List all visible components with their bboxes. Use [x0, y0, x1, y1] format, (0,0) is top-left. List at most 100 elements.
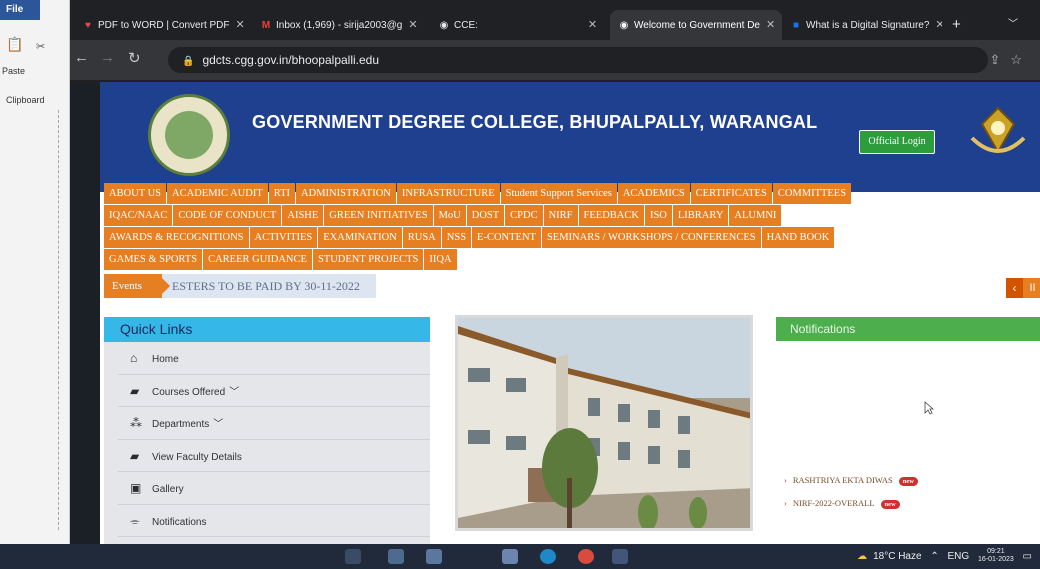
close-icon[interactable]: ✕ [766, 19, 775, 31]
menu-item[interactable]: Student Support Services [500, 183, 617, 204]
close-icon[interactable]: ✕ [588, 19, 597, 31]
quick-link-label[interactable]: Home [152, 354, 179, 365]
clock[interactable]: 09:21 16-01-2023 [978, 548, 1014, 564]
store-icon[interactable] [502, 549, 518, 564]
menu-item[interactable]: ADMINISTRATION [296, 183, 396, 204]
menu-item[interactable]: COMMITTEES [772, 183, 852, 204]
chevron-left-icon[interactable]: ‹ [1006, 278, 1023, 298]
tab-gmail-inbox[interactable]: M Inbox (1,969) - sirija2003@g ✕ [252, 10, 428, 40]
chrome-icon[interactable] [578, 549, 594, 564]
quick-link-item[interactable]: ⁂ Departments ﹀ [118, 407, 430, 440]
quick-link-label[interactable]: Departments [152, 419, 209, 430]
paste-icon[interactable]: 📋 [6, 36, 23, 53]
menu-item[interactable]: GAMES & SPORTS [104, 249, 203, 270]
file-tab[interactable]: File [0, 0, 40, 20]
menu-item[interactable]: CERTIFICATES [690, 183, 772, 204]
events-ticker-text[interactable]: ESTERS TO BE PAID BY 30-11-2022 [172, 274, 360, 298]
official-login-button[interactable]: Official Login [859, 130, 935, 154]
events-label: Events [104, 274, 170, 298]
close-icon[interactable]: ✕ [236, 19, 245, 31]
reload-icon[interactable]: ↻ [128, 49, 141, 67]
notification-text[interactable]: NIRF-2022-OVERALL [793, 498, 875, 508]
menu-item[interactable]: MoU [433, 205, 466, 226]
tab-cce[interactable]: ◉ CCE: ✕ [430, 10, 610, 40]
menu-item[interactable]: ACADEMIC AUDIT [167, 183, 268, 204]
windows-taskbar: ☁ 18°C Haze ⌃ ENG 09:21 16-01-2023 ▭ [0, 544, 1040, 569]
new-tab-button[interactable]: + [944, 10, 974, 40]
menu-item[interactable]: IIQA [424, 249, 457, 270]
quick-link-item[interactable]: ⌯ Notifications [118, 505, 430, 537]
lang-indicator[interactable]: ENG [948, 551, 970, 562]
quick-link-item[interactable]: ▰ View Faculty Details [118, 440, 430, 472]
paste-label[interactable]: Paste [2, 66, 25, 76]
globe-icon: ◉ [439, 20, 449, 31]
word-ribbon: File 📋 ✂ Paste Clipboard [0, 0, 70, 569]
quick-links-title: Quick Links [104, 317, 430, 342]
quick-link-item[interactable]: ▣ Gallery [118, 472, 430, 505]
quick-link-label[interactable]: Courses Offered [152, 387, 225, 398]
pause-icon[interactable]: II [1025, 278, 1040, 298]
menu-item[interactable]: NIRF [543, 205, 578, 226]
bookmark-star-icon[interactable]: ☆ [1010, 52, 1032, 67]
menu-item[interactable]: HAND BOOK [761, 227, 835, 248]
quick-link-label[interactable]: Gallery [152, 484, 184, 495]
menu-item[interactable]: ALUMNI [729, 205, 782, 226]
blog-icon: ■ [792, 20, 800, 31]
menu-item[interactable]: DOST [466, 205, 505, 226]
notification-text[interactable]: RASHTRIYA EKTA DIWAS [793, 475, 893, 485]
menu-item[interactable]: EXAMINATION [318, 227, 402, 248]
menu-item[interactable]: RTI [268, 183, 296, 204]
tab-title: What is a Digital Signature? [806, 20, 930, 31]
back-icon[interactable]: ← [74, 49, 89, 66]
image-icon: ▣ [130, 481, 142, 495]
college-building-photo [455, 315, 753, 531]
menu-item[interactable]: SEMINARS / WORKSHOPS / CONFERENCES [541, 227, 761, 248]
quick-link-item[interactable]: ▰ Courses Offered ﹀ [118, 375, 430, 407]
menu-item[interactable]: ACADEMICS [617, 183, 690, 204]
forward-icon[interactable]: → [100, 49, 115, 66]
quick-link-label[interactable]: View Faculty Details [152, 452, 242, 463]
quick-link-label[interactable]: Notifications [152, 517, 206, 528]
task-view-icon[interactable] [345, 549, 361, 564]
tab-search-icon[interactable]: ﹀ [1000, 10, 1030, 40]
menu-item[interactable]: ISO [644, 205, 672, 226]
close-icon[interactable]: ✕ [935, 19, 942, 31]
menu-item[interactable]: CPDC [505, 205, 543, 226]
menu-item[interactable]: GREEN INITIATIVES [324, 205, 433, 226]
quick-link-item[interactable]: ⌂ Home [118, 342, 430, 375]
notification-item[interactable]: › NIRF-2022-OVERALL new [784, 498, 900, 509]
menu-item[interactable]: NSS [441, 227, 472, 248]
notification-item[interactable]: › RASHTRIYA EKTA DIWAS new [784, 475, 918, 486]
url-text[interactable]: gdcts.cgg.gov.in/bhoopalpalli.edu [202, 53, 379, 67]
chevron-up-icon[interactable]: ⌃ [930, 551, 938, 562]
menu-item[interactable]: CODE OF CONDUCT [173, 205, 282, 226]
tab-welcome-government[interactable]: ◉ Welcome to Government De ✕ [610, 10, 782, 40]
lock-icon[interactable]: 🔒 [182, 56, 194, 67]
menu-item[interactable]: STUDENT PROJECTS [312, 249, 424, 270]
menu-item[interactable]: AISHE [282, 205, 324, 226]
close-icon[interactable]: ✕ [408, 19, 417, 31]
menu-item[interactable]: RUSA [402, 227, 441, 248]
tab-title: PDF to WORD | Convert PDF [98, 20, 230, 31]
edge-icon[interactable] [540, 549, 556, 564]
menu-item[interactable]: IQAC/NAAC [104, 205, 173, 226]
menu-item[interactable]: INFRASTRUCTURE [396, 183, 500, 204]
menu-item[interactable]: ACTIVITIES [249, 227, 318, 248]
menu-item[interactable]: CAREER GUIDANCE [203, 249, 312, 270]
app-icon[interactable] [426, 549, 442, 564]
menu-item[interactable]: LIBRARY [672, 205, 729, 226]
tab-pdf-to-word[interactable]: ♥ PDF to WORD | Convert PDF ✕ [74, 10, 250, 40]
share-icon[interactable]: ⇪ [989, 52, 1010, 67]
tab-title: Inbox (1,969) - sirija2003@g [276, 20, 403, 31]
app-icon[interactable] [612, 549, 628, 564]
cut-icon[interactable]: ✂ [36, 40, 45, 53]
tab-digital-signature[interactable]: ■ What is a Digital Signature? ✕ [782, 10, 942, 40]
weather-text[interactable]: 18°C Haze [873, 551, 921, 562]
menu-item[interactable]: ABOUT US [104, 183, 167, 204]
menu-item[interactable]: FEEDBACK [578, 205, 644, 226]
file-explorer-icon[interactable] [388, 549, 404, 564]
address-bar[interactable]: 🔒 gdcts.cgg.gov.in/bhoopalpalli.edu [168, 47, 988, 73]
notification-center-icon[interactable]: ▭ [1023, 551, 1032, 562]
menu-item[interactable]: AWARDS & RECOGNITIONS [104, 227, 249, 248]
menu-item[interactable]: E-CONTENT [472, 227, 541, 248]
